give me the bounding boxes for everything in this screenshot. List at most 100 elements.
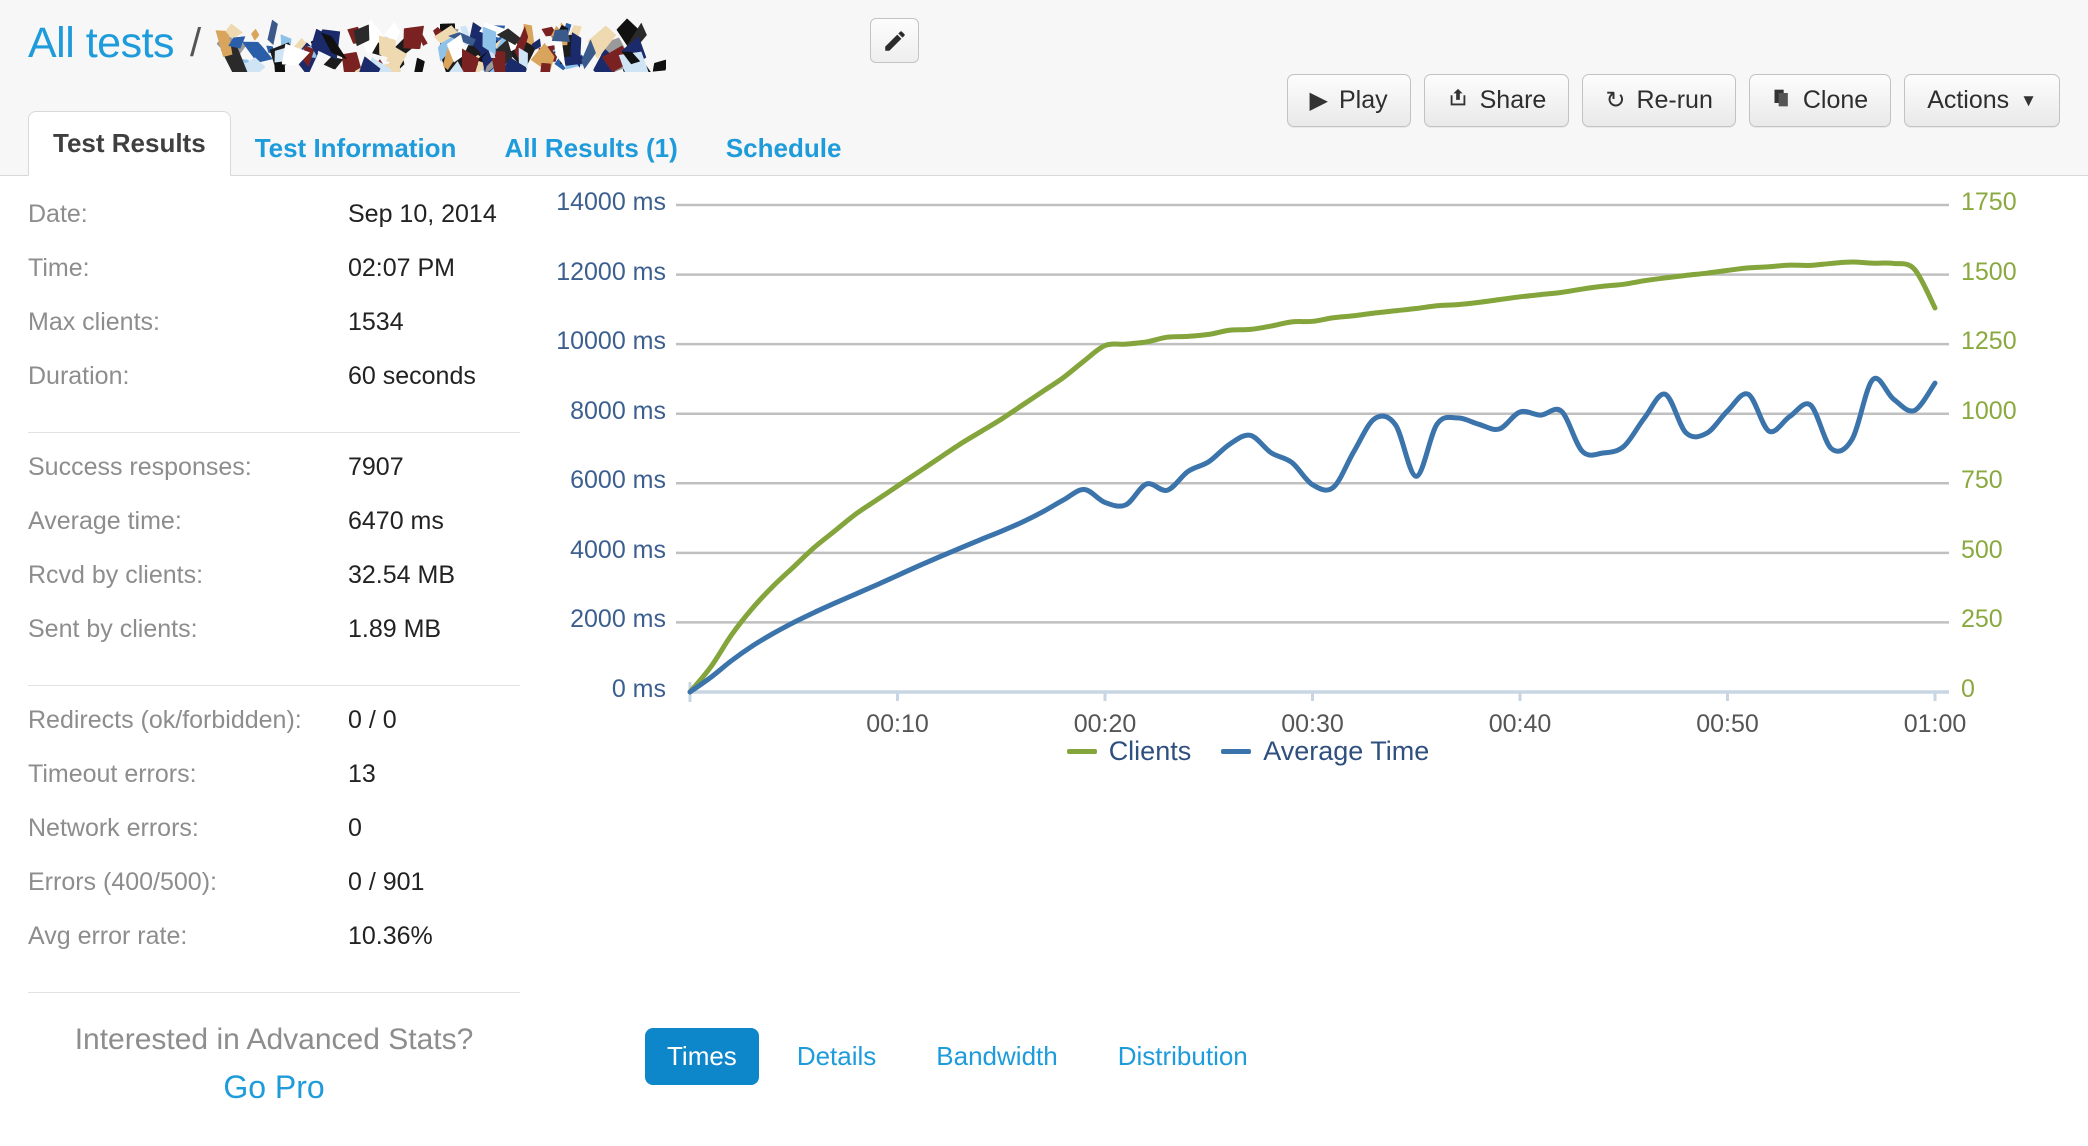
section-divider <box>28 685 520 686</box>
y-axis-right-tick-label: 0 <box>1961 675 1975 703</box>
share-icon <box>1447 87 1469 114</box>
stat-value: 0 / 0 <box>348 706 397 734</box>
stat-label: Avg error rate: <box>28 922 188 950</box>
stat-value: 1534 <box>348 308 404 336</box>
play-icon: ▶ <box>1309 86 1328 114</box>
stat-value: 6470 ms <box>348 507 444 535</box>
tab-all-results[interactable]: All Results (1) <box>480 120 701 176</box>
clone-button[interactable]: Clone <box>1748 74 1892 127</box>
view-tab-distribution[interactable]: Distribution <box>1096 1028 1270 1085</box>
stat-label: Sent by clients: <box>28 615 198 643</box>
pencil-icon <box>882 28 908 54</box>
advanced-stats-promo: Interested in Advanced Stats? Go Pro <box>0 1023 548 1106</box>
go-pro-link[interactable]: Go Pro <box>0 1069 548 1106</box>
stat-label: Timeout errors: <box>28 760 197 788</box>
stat-row-average-time: Average time: 6470 ms <box>28 507 520 561</box>
chart-series-clients <box>687 259 1938 695</box>
view-tab-bandwidth[interactable]: Bandwidth <box>914 1028 1079 1085</box>
action-toolbar: ▶ Play Share ↻ Re-run Clone Actions ▼ <box>1286 74 2060 127</box>
legend-label-average-time: Average Time <box>1263 736 1430 766</box>
stat-value: 0 <box>348 814 362 842</box>
stat-row-errors-400-500: Errors (400/500): 0 / 901 <box>28 868 520 922</box>
actions-dropdown-button[interactable]: Actions ▼ <box>1904 74 2060 127</box>
edit-test-name-button[interactable] <box>870 18 919 63</box>
stats-group-errors: Redirects (ok/forbidden): 0 / 0 Timeout … <box>0 706 548 976</box>
refresh-icon: ↻ <box>1605 86 1626 114</box>
legend-swatch-average-time <box>1221 749 1252 754</box>
stat-value: 02:07 PM <box>348 254 456 282</box>
chart-series-average-time <box>687 375 1938 695</box>
chart-view-tab-bar: Times Details Bandwidth Distribution <box>645 1028 1270 1085</box>
y-axis-left-tick-label: 4000 ms <box>570 535 666 564</box>
y-axis-left-tick-label: 8000 ms <box>570 396 666 425</box>
y-axis-right-tick-label: 750 <box>1961 466 2003 495</box>
stat-row-avg-error-rate: Avg error rate: 10.36% <box>28 922 520 976</box>
rerun-label: Re-run <box>1636 86 1713 114</box>
stat-label: Errors (400/500): <box>28 868 217 896</box>
clone-label: Clone <box>1802 86 1869 114</box>
chevron-down-icon: ▼ <box>2020 91 2037 110</box>
section-divider <box>28 432 520 433</box>
breadcrumb: All tests / <box>28 14 666 72</box>
x-axis-tick-label: 00:20 <box>1073 710 1137 738</box>
x-axis-tick-label: 00:50 <box>1696 710 1759 738</box>
y-axis-right-tick-label: 250 <box>1961 605 2003 634</box>
share-button[interactable]: Share <box>1423 74 1570 127</box>
rerun-button[interactable]: ↻ Re-run <box>1582 74 1736 127</box>
stat-row-redirects: Redirects (ok/forbidden): 0 / 0 <box>28 706 520 760</box>
copy-icon <box>1772 87 1792 114</box>
actions-label: Actions <box>1927 86 2010 114</box>
y-axis-left-tick-label: 0 ms <box>611 675 666 703</box>
tab-schedule[interactable]: Schedule <box>702 120 866 176</box>
redacted-shard <box>649 56 666 72</box>
y-axis-left-tick-label: 14000 ms <box>556 188 666 216</box>
stat-value: 0 / 901 <box>348 868 425 896</box>
y-axis-right-tick-label: 1000 <box>1961 396 2017 425</box>
y-axis-left-tick-label: 2000 ms <box>570 605 666 634</box>
stat-label: Average time: <box>28 507 182 535</box>
main-tab-bar: Test Results Test Information All Result… <box>28 111 866 176</box>
share-label: Share <box>1479 86 1547 114</box>
times-chart: 0 ms 2000 ms 4000 ms 6000 ms 8000 ms 10000 ms… <box>548 176 2088 1146</box>
stat-row-network-errors: Network errors: 0 <box>28 814 520 868</box>
stat-value: 13 <box>348 760 376 788</box>
y-axis-right-tick-label: 1250 <box>1961 327 2017 356</box>
legend-item-clients[interactable]: Clients <box>1066 736 1191 767</box>
stat-value: 32.54 MB <box>348 561 456 589</box>
chart-canvas[interactable] <box>548 176 2088 1146</box>
y-axis-left-tick-label: 12000 ms <box>556 257 666 286</box>
y-axis-left-tick-label: 6000 ms <box>570 466 666 495</box>
stat-label: Redirects (ok/forbidden): <box>28 706 302 734</box>
view-tab-details[interactable]: Details <box>775 1028 898 1085</box>
legend-item-average-time[interactable]: Average Time <box>1221 736 1429 767</box>
view-tab-times[interactable]: Times <box>645 1028 759 1085</box>
stat-row-sent-by-clients: Sent by clients: 1.89 MB <box>28 615 520 669</box>
page-header: All tests / ▶ Play Share ↻ Re-run Clone … <box>0 0 2088 176</box>
x-axis-tick-label: 01:00 <box>1903 710 1967 738</box>
stat-label: Duration: <box>28 362 130 390</box>
stat-label: Max clients: <box>28 308 160 336</box>
redacted-shard <box>249 28 261 42</box>
play-label: Play <box>1338 86 1388 114</box>
stat-value: 7907 <box>348 453 404 481</box>
tab-test-results[interactable]: Test Results <box>28 111 231 176</box>
breadcrumb-separator: / <box>190 20 202 65</box>
tab-test-information[interactable]: Test Information <box>231 120 481 176</box>
stat-label: Rcvd by clients: <box>28 561 204 589</box>
stat-value: 60 seconds <box>348 362 476 390</box>
stat-value: 10.36% <box>348 922 433 950</box>
stat-row-duration: Duration: 60 seconds <box>28 362 520 416</box>
x-axis-tick-label: 00:10 <box>866 710 929 738</box>
chart-legend: Clients Average Time <box>548 736 1948 767</box>
promo-text: Interested in Advanced Stats? <box>74 1023 474 1056</box>
stat-row-success-responses: Success responses: 7907 <box>28 453 520 507</box>
stat-value: Sep 10, 2014 <box>348 200 497 228</box>
stat-row-date: Date: Sep 10, 2014 <box>28 200 520 254</box>
play-button[interactable]: ▶ Play <box>1286 74 1411 127</box>
page-title[interactable]: All tests <box>28 19 175 68</box>
stats-group-overview: Date: Sep 10, 2014 Time: 02:07 PM Max cl… <box>0 200 548 416</box>
redacted-test-name <box>211 14 666 72</box>
stat-label: Time: <box>28 254 90 282</box>
y-axis-right-tick-label: 1750 <box>1961 188 2017 216</box>
stats-group-responses: Success responses: 7907 Average time: 64… <box>0 453 548 669</box>
